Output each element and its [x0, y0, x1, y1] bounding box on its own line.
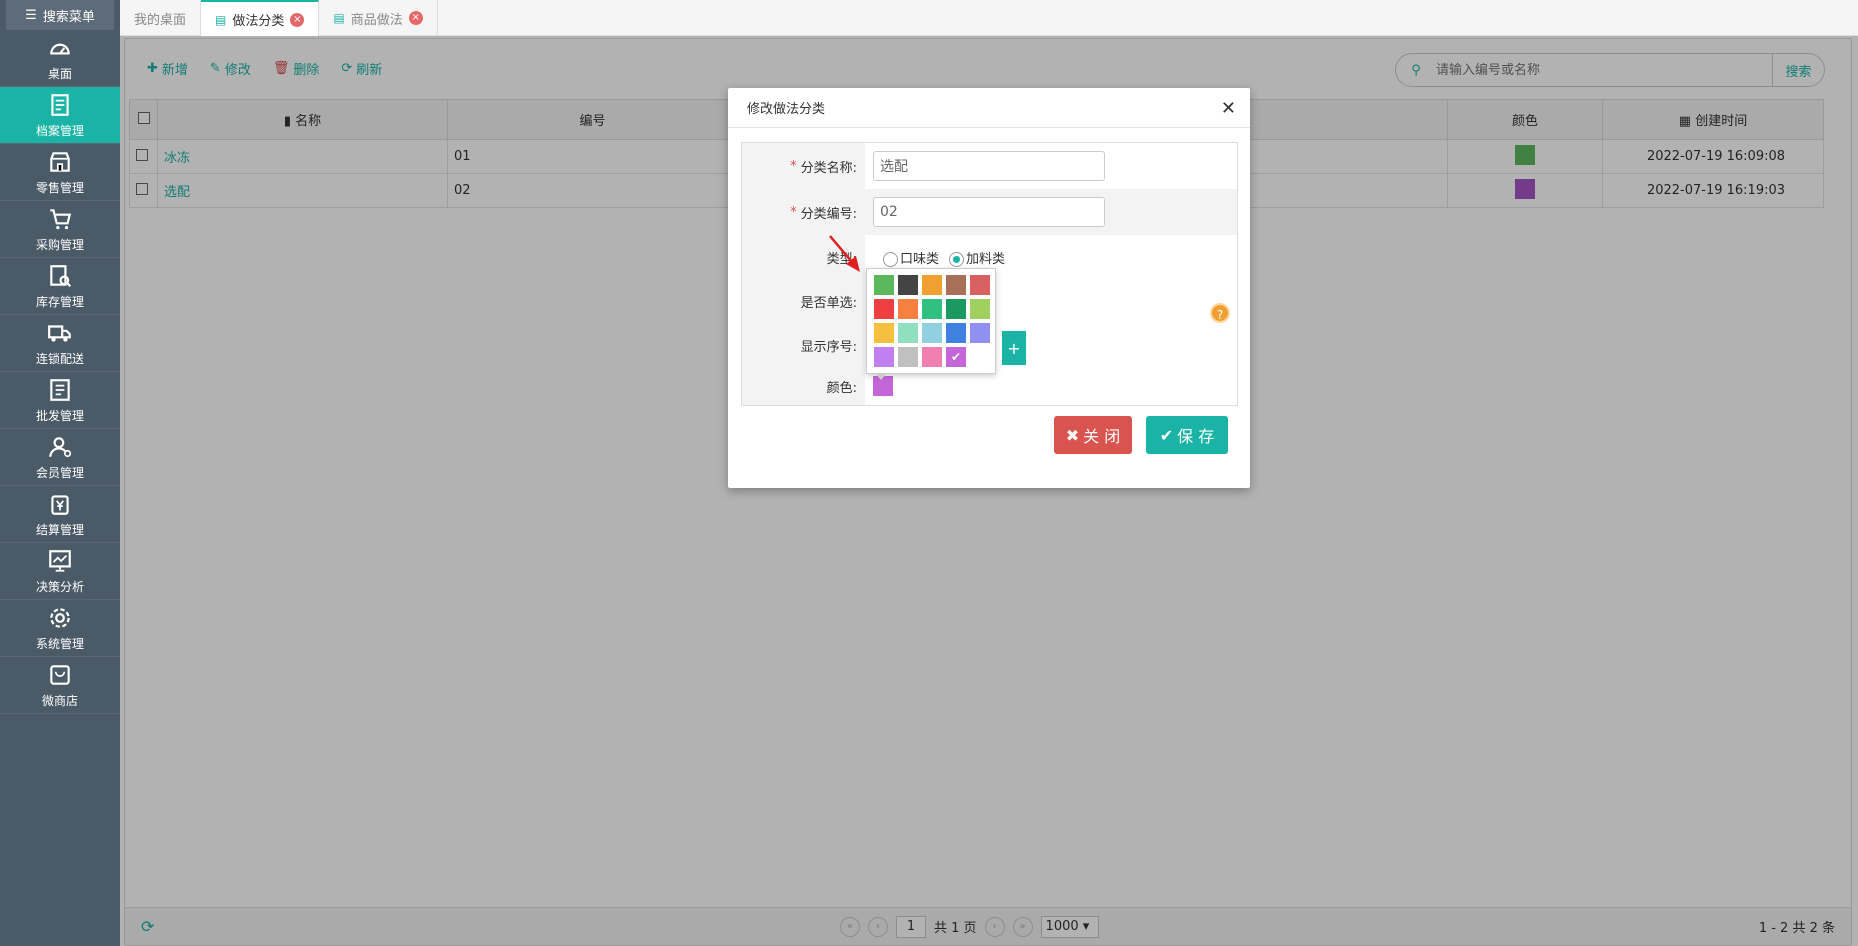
type-radio-topping[interactable]: 加料类	[949, 248, 1005, 267]
close-icon: ✖	[1065, 425, 1080, 445]
store-icon	[50, 151, 70, 172]
palette-color-cell[interactable]	[970, 323, 990, 343]
inventory-icon	[50, 264, 72, 287]
tab-bar: 我的桌面 ▤ 做法分类 × ▤ 商品做法 ×	[120, 0, 1858, 37]
menu-search-icon: ☰	[25, 7, 37, 23]
palette-color-cell[interactable]	[970, 275, 990, 295]
gear-icon	[50, 607, 70, 628]
tab-product-method[interactable]: ▤ 商品做法 ×	[319, 0, 438, 36]
palette-grid: ✔	[874, 275, 995, 368]
palette-color-cell[interactable]	[874, 299, 894, 319]
dialog-title: 修改做法分类	[728, 88, 1250, 128]
tab-my-desktop[interactable]: 我的桌面	[120, 0, 202, 36]
cart-icon	[50, 208, 72, 229]
member-icon	[49, 436, 72, 457]
sidebar-item-purchase[interactable]: 采购管理	[0, 201, 120, 258]
dialog-close-button[interactable]: ✖ 关 闭	[1054, 416, 1132, 454]
tab-close-icon[interactable]: ×	[290, 12, 305, 27]
shop-icon	[50, 664, 70, 685]
sidebar-item-analysis[interactable]: 决策分析	[0, 543, 120, 600]
color-palette-popup: ✔	[866, 268, 996, 380]
palette-color-cell[interactable]	[898, 323, 918, 343]
required-mark: *	[790, 204, 797, 220]
sidebar-item-settlement[interactable]: 结算管理	[0, 486, 120, 543]
palette-color-cell[interactable]	[922, 275, 942, 295]
palette-color-cell[interactable]	[898, 275, 918, 295]
check-icon: ✔	[1159, 425, 1174, 445]
help-icon[interactable]: ?	[1210, 303, 1230, 323]
radio-circle	[883, 251, 898, 267]
required-mark: *	[790, 158, 797, 174]
sidebar: ☰ 搜索菜单 桌面 档案管理 零售管理 采购管理 库存管理 连锁配送 批发管理 …	[0, 0, 120, 946]
palette-color-cell[interactable]	[922, 323, 942, 343]
palette-color-cell[interactable]	[922, 299, 942, 319]
type-radio-flavor[interactable]: 口味类	[883, 248, 939, 267]
single-label: 是否单选:	[742, 279, 865, 323]
palette-color-cell[interactable]: ✔	[945, 346, 967, 368]
menu-search-label: 搜索菜单	[42, 9, 95, 25]
code-value-cell: 02	[865, 189, 1237, 235]
truck-icon	[48, 324, 71, 342]
menu-search-button[interactable]: ☰ 搜索菜单	[6, 0, 114, 30]
palette-color-cell[interactable]	[874, 323, 894, 343]
category-code-input[interactable]: 02	[873, 197, 1105, 227]
sidebar-item-delivery[interactable]: 连锁配送	[0, 315, 120, 372]
dialog-save-button[interactable]: ✔ 保 存	[1146, 416, 1228, 454]
tab-method-category[interactable]: ▤ 做法分类 ×	[201, 0, 320, 37]
chart-icon	[49, 549, 71, 572]
order-label: 显示序号:	[742, 323, 865, 367]
radio-circle	[949, 251, 965, 267]
sidebar-item-archive[interactable]: 档案管理	[0, 87, 120, 144]
document-icon: ▤	[215, 12, 227, 27]
document-icon: ▤	[333, 11, 345, 25]
name-value-cell: 选配	[865, 143, 1237, 189]
archive-icon	[51, 93, 69, 116]
category-name-input[interactable]: 选配	[873, 151, 1105, 181]
sidebar-item-inventory[interactable]: 库存管理	[0, 258, 120, 315]
sidebar-item-dashboard[interactable]: 桌面	[0, 30, 120, 87]
palette-color-cell[interactable]	[946, 299, 966, 319]
sidebar-item-system[interactable]: 系统管理	[0, 600, 120, 657]
sidebar-item-member[interactable]: 会员管理	[0, 429, 120, 486]
wholesale-icon	[50, 378, 70, 401]
palette-color-cell[interactable]	[922, 347, 942, 367]
palette-color-cell[interactable]	[898, 347, 918, 367]
yen-icon	[51, 494, 69, 515]
name-label: * 分类名称:	[742, 143, 865, 189]
sidebar-item-wholesale[interactable]: 批发管理	[0, 372, 120, 429]
annotation-arrow	[829, 235, 860, 272]
order-increment-button[interactable]: +	[1002, 331, 1026, 365]
sidebar-item-microshop[interactable]: 微商店	[0, 657, 120, 714]
form-row-name: * 分类名称: 选配	[742, 143, 1237, 189]
palette-color-cell[interactable]	[898, 299, 918, 319]
palette-color-cell[interactable]	[874, 275, 894, 295]
color-label: 颜色:	[742, 367, 865, 405]
dashboard-icon	[50, 43, 70, 54]
close-icon[interactable]: ✕	[1221, 98, 1236, 119]
palette-color-cell[interactable]	[970, 299, 990, 319]
tab-close-icon[interactable]: ×	[408, 11, 423, 25]
palette-color-cell[interactable]	[946, 275, 966, 295]
palette-color-cell[interactable]	[946, 323, 966, 343]
palette-color-cell[interactable]	[874, 347, 894, 367]
sidebar-item-retail[interactable]: 零售管理	[0, 144, 120, 201]
form-row-code: * 分类编号: 02	[742, 189, 1237, 235]
code-label: * 分类编号:	[742, 189, 865, 235]
